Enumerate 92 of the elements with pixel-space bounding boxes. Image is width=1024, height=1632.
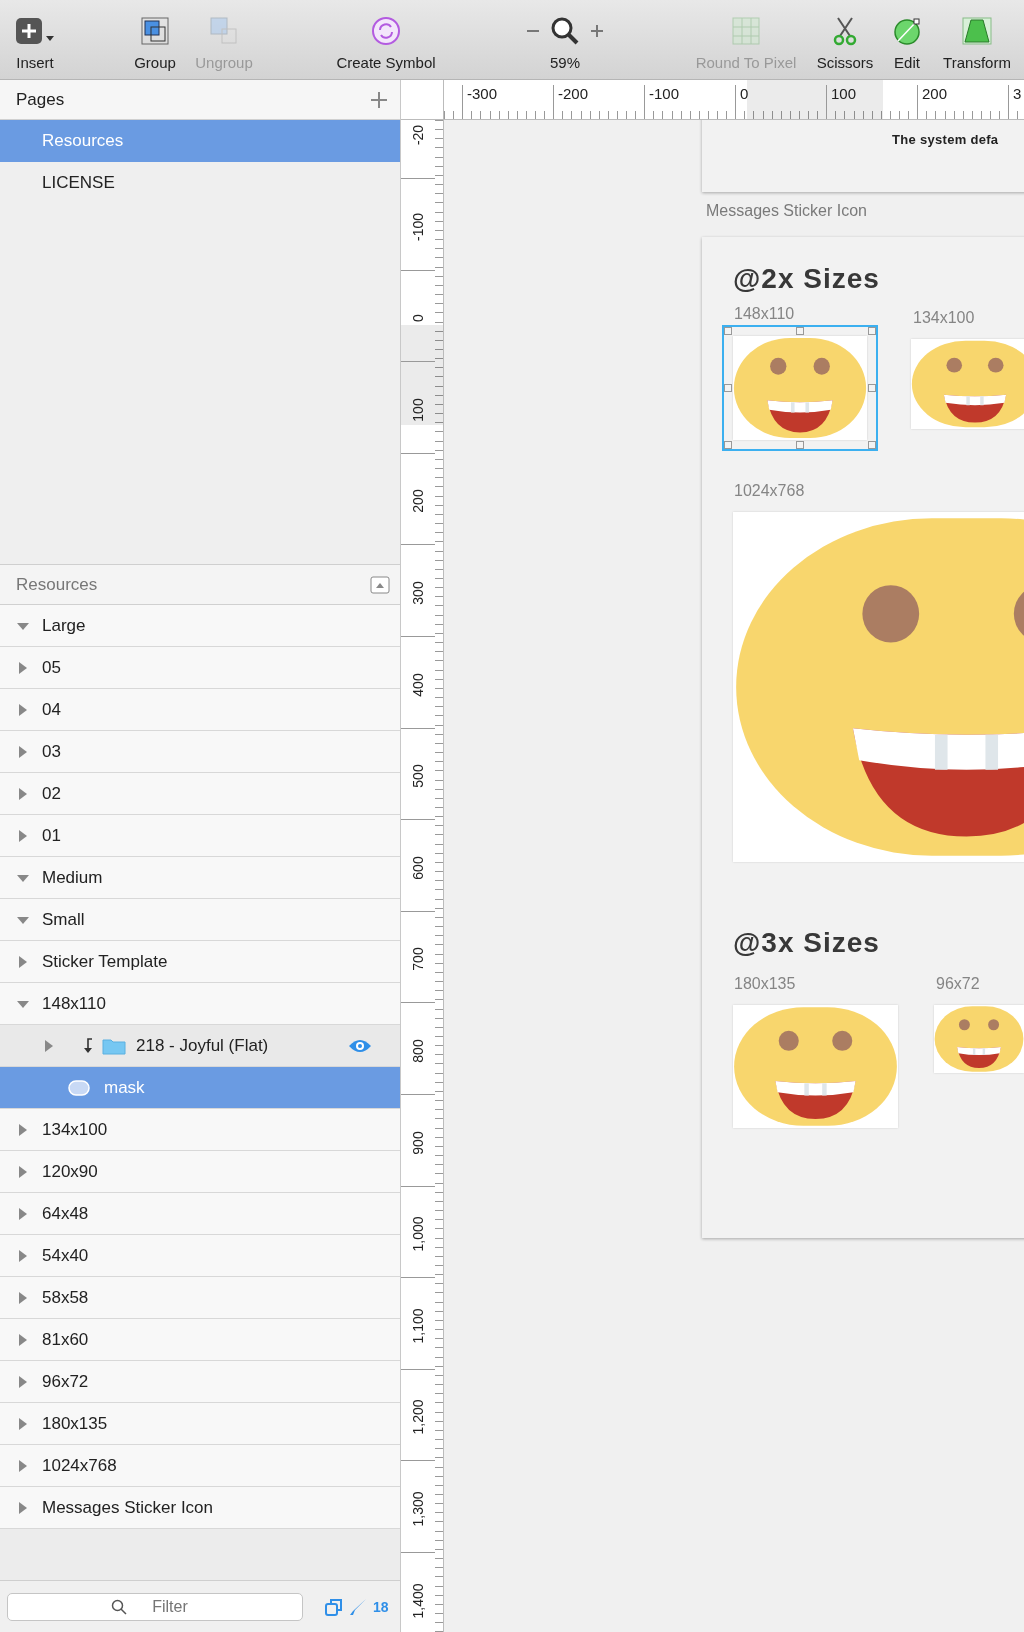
mask-arrow-icon — [82, 1037, 94, 1054]
eye-icon[interactable] — [348, 1037, 372, 1054]
resize-handle[interactable] — [868, 384, 876, 392]
edit-icon — [892, 16, 922, 46]
page-item[interactable]: LICENSE — [0, 162, 400, 204]
layer-row[interactable]: Large — [0, 605, 400, 647]
layer-row[interactable]: 03 — [0, 731, 400, 773]
resize-handle[interactable] — [724, 384, 732, 392]
ruler-label: 400 — [410, 672, 426, 697]
ruler-label: 3 — [1008, 85, 1022, 119]
ruler-label: 0 — [410, 314, 426, 323]
layer-row[interactable]: 96x72 — [0, 1361, 400, 1403]
add-page-icon[interactable] — [370, 90, 388, 109]
artboard-title[interactable]: Messages Sticker Icon — [706, 202, 867, 220]
ruler-label: 800 — [410, 1039, 426, 1063]
collapse-icon[interactable] — [370, 575, 390, 594]
plus-icon — [14, 16, 56, 46]
size-label: 148x110 — [734, 305, 795, 323]
resize-handle[interactable] — [868, 441, 876, 449]
ruler-label: 1,000 — [410, 1216, 426, 1252]
selection-frame[interactable] — [722, 325, 878, 451]
folder-icon — [102, 1036, 126, 1055]
size-label: 180x135 — [734, 975, 796, 993]
ruler-label: -300 — [462, 85, 498, 119]
ruler-label: 1,100 — [410, 1308, 426, 1344]
resize-handle[interactable] — [796, 441, 804, 449]
ruler-label: -200 — [553, 85, 589, 119]
ruler-label: 0 — [735, 85, 749, 119]
toolbar-button[interactable]: Insert — [0, 0, 70, 79]
layers-title: Resources — [16, 574, 98, 595]
layer-row[interactable]: 05 — [0, 647, 400, 689]
filter-field[interactable]: Filter — [7, 1592, 303, 1621]
section-heading: @2x Sizes — [733, 263, 880, 295]
ruler-label: 1,200 — [410, 1399, 426, 1435]
resize-handle[interactable] — [724, 327, 732, 335]
layer-row[interactable]: 81x60 — [0, 1319, 400, 1361]
toolbar-button[interactable]: Edit — [884, 0, 930, 79]
layer-row[interactable]: 134x100 — [0, 1109, 400, 1151]
ruler-label: 100 — [826, 85, 857, 119]
section-heading: @3x Sizes — [733, 927, 880, 959]
brush-icon[interactable] — [349, 1597, 367, 1616]
layer-row[interactable]: 64x48 — [0, 1193, 400, 1235]
group-icon — [139, 15, 171, 47]
layer-row[interactable]: Medium — [0, 857, 400, 899]
toolbar-button[interactable]: Create Symbol — [322, 0, 450, 79]
layer-row[interactable]: 54x40 — [0, 1235, 400, 1277]
transform-icon — [961, 16, 993, 46]
layer-row[interactable]: 148x110 — [0, 983, 400, 1025]
resize-handle[interactable] — [724, 441, 732, 449]
plus-icon[interactable] — [590, 24, 604, 38]
layer-row[interactable]: 180x135 — [0, 1403, 400, 1445]
toolbar-button[interactable]: 59% — [515, 0, 615, 79]
search-icon — [111, 1598, 127, 1615]
ruler-label: 200 — [410, 489, 426, 514]
layer-row[interactable]: 01 — [0, 815, 400, 857]
layer-row[interactable]: 02 — [0, 773, 400, 815]
copy-icon[interactable] — [325, 1597, 343, 1616]
layer-row[interactable]: Sticker Template — [0, 941, 400, 983]
resize-handle[interactable] — [868, 327, 876, 335]
toolbar-button[interactable]: Scissors — [810, 0, 880, 79]
toolbar-button[interactable]: Transform — [932, 0, 1022, 79]
ruler-label: 900 — [410, 1130, 426, 1155]
layer-row[interactable]: 04 — [0, 689, 400, 731]
layer-row[interactable]: Messages Sticker Icon — [0, 1487, 400, 1529]
ruler-label: 200 — [917, 85, 948, 119]
size-label: 134x100 — [913, 309, 975, 327]
artboard-text: The system defa — [892, 132, 999, 147]
ruler-label: -100 — [644, 85, 680, 119]
layer-row[interactable]: 1024x768 — [0, 1445, 400, 1487]
size-label: 96x72 — [936, 975, 980, 993]
ruler-label: 500 — [410, 764, 426, 788]
ruler-label: 600 — [410, 856, 426, 880]
ruler-label: 1,300 — [410, 1491, 426, 1527]
ruler-label: -20 — [410, 124, 426, 146]
ruler-label: -100 — [410, 212, 426, 241]
symbol-icon — [371, 16, 401, 46]
ruler-label: 700 — [410, 947, 426, 972]
resize-handle[interactable] — [796, 327, 804, 335]
layer-row[interactable]: 218 - Joyful (Flat) — [0, 1025, 400, 1067]
toolbar-button[interactable]: Group — [120, 0, 190, 79]
ruler-label: 300 — [410, 581, 426, 605]
search-icon[interactable] — [550, 16, 580, 46]
layer-row[interactable]: 120x90 — [0, 1151, 400, 1193]
layer-row[interactable]: Small — [0, 899, 400, 941]
ruler-label: 1,400 — [410, 1583, 426, 1619]
layer-count: 18 — [373, 1598, 389, 1615]
layer-row[interactable]: 58x58 — [0, 1277, 400, 1319]
pages-title: Pages — [16, 89, 65, 110]
size-label: 1024x768 — [734, 482, 805, 500]
ungroup-icon — [208, 15, 240, 47]
grid-icon — [732, 17, 760, 45]
ruler-label: 100 — [410, 398, 426, 422]
